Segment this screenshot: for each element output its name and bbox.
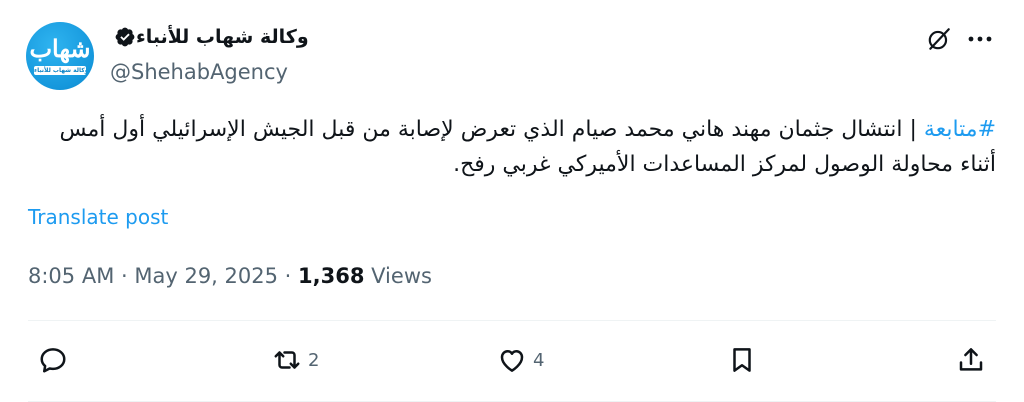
views-label: Views <box>371 264 432 288</box>
tweet-text-line-1-body: | انتشال جثمان مهند هاني محمد صيام الذي … <box>59 117 924 142</box>
like-button[interactable]: 4 <box>497 343 544 377</box>
tweet-card: شهاب وكالة شهاب للأنباء وكالة شهاب للأنب… <box>0 0 1024 402</box>
avatar-logo-caption: وكالة شهاب للأنباء <box>34 67 86 74</box>
bookmark-button[interactable] <box>727 343 757 377</box>
tweet-time[interactable]: 8:05 AM <box>28 264 114 288</box>
share-button[interactable] <box>956 343 986 377</box>
reply-icon <box>40 348 66 373</box>
divider <box>28 320 996 321</box>
retweet-count: 2 <box>308 349 320 371</box>
share-icon <box>959 348 983 371</box>
heart-icon <box>500 350 524 372</box>
avatar-logo-mark: شهاب <box>29 34 91 63</box>
tweet-metadata: 8:05 AM · May 29, 2025 · 1,368 Views <box>28 261 432 291</box>
avatar[interactable]: شهاب وكالة شهاب للأنباء <box>26 22 94 90</box>
avatar-logo-band: وكالة شهاب للأنباء <box>34 66 86 75</box>
retweet-icon <box>274 351 300 369</box>
more-icon[interactable] <box>966 26 994 52</box>
bookmark-icon <box>733 348 751 372</box>
meta-separator: · <box>284 264 299 288</box>
grok-icon[interactable] <box>926 26 952 52</box>
translate-post-link[interactable]: Translate post <box>28 204 168 230</box>
meta-separator: · <box>121 264 135 288</box>
user-handle[interactable]: @ShehabAgency <box>110 58 288 86</box>
views-count[interactable]: 1,368 <box>298 264 364 288</box>
tweet-text: #متابعة | انتشال جثمان مهند هاني محمد صي… <box>22 112 996 182</box>
tweet-date[interactable]: May 29, 2025 <box>134 264 278 288</box>
display-name[interactable]: وكالة شهاب للأنباء <box>136 24 309 50</box>
user-name-row[interactable]: وكالة شهاب للأنباء <box>110 24 309 50</box>
hashtag-link[interactable]: #متابعة <box>924 117 996 142</box>
reply-button[interactable] <box>38 343 74 377</box>
verified-badge-icon[interactable] <box>114 26 136 48</box>
tweet-text-line-2: أثناء محاولة الوصول لمركز المساعدات الأم… <box>453 152 996 177</box>
tweet-text-line-1: #متابعة | انتشال جثمان مهند هاني محمد صي… <box>22 112 996 147</box>
like-count: 4 <box>533 349 545 371</box>
retweet-button[interactable]: 2 <box>272 343 319 377</box>
